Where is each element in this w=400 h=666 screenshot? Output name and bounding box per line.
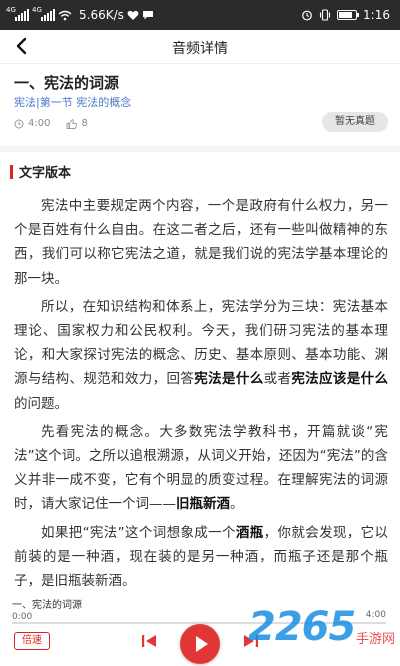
text-version-header: 文字版本 [10,162,71,181]
lesson-title: 一、宪法的词源 [14,74,120,92]
section-accent-bar [10,164,13,179]
watermark-site: 手游网 [356,632,396,647]
signal-icon: 4G [6,6,29,21]
lesson-duration: 4:00 [28,118,51,129]
status-right: 1:16 [301,0,390,30]
skip-previous-icon[interactable] [138,632,160,650]
no-question-button[interactable]: 暂无真题 [322,112,388,132]
current-time: 0:00 [12,612,33,622]
article-text: 宪法中主要规定两个内容，一个是政府有什么权力，另一个是百姓有什么自由。在这二者之… [14,194,388,588]
now-playing-title: 一、宪法的词源 [12,600,82,611]
section-label: 文字版本 [19,166,72,181]
status-left: 4G 4G 5.66K/s [6,0,154,30]
alarm-icon [302,10,312,21]
site-watermark: 2265 手游网 [248,604,398,664]
signal-icon-2: 4G [32,6,55,21]
article-paragraph: 如果把“宪法”这个词想象成一个酒瓶，你就会发现，它以前装的是一种酒，现在装的是另… [14,524,388,588]
thumbs-up-icon[interactable] [66,118,78,129]
lesson-meta: 4:00 8 [14,118,88,129]
battery-icon [337,10,360,20]
section-divider [0,146,400,152]
lesson-chapter-link[interactable]: 宪法|第一节 宪法的概念 [14,94,131,110]
message-icon [142,11,153,20]
article-paragraph: 先看宪法的概念。大多数宪法学教科书，开篇就谈“宪法”这个词。之所以追根溯源，从词… [14,423,388,513]
clock: 1:16 [363,8,390,22]
clock-icon [14,119,24,128]
like-count: 8 [81,118,88,129]
network-speed: 5.66K/s [79,8,124,22]
article-paragraph: 宪法中主要规定两个内容，一个是政府有什么权力，另一个是百姓有什么自由。在这二者之… [14,198,388,287]
playback-speed-button[interactable]: 倍速 [14,632,50,650]
vibrate-icon [319,9,331,21]
play-icon [196,636,208,652]
wifi-icon [58,10,72,20]
play-button[interactable] [180,624,220,664]
watermark-number: 2265 [248,604,356,650]
page-title: 音频详情 [172,41,228,57]
top-nav-bar: 音频详情 [0,30,400,64]
status-bar: 4G 4G 5.66K/s 1:16 [0,0,400,30]
article-paragraph: 所以，在知识结构和体系上，宪法学分为三块：宪法基本理论、国家权力和公民权利。今天… [14,298,388,412]
heart-icon [127,10,139,20]
